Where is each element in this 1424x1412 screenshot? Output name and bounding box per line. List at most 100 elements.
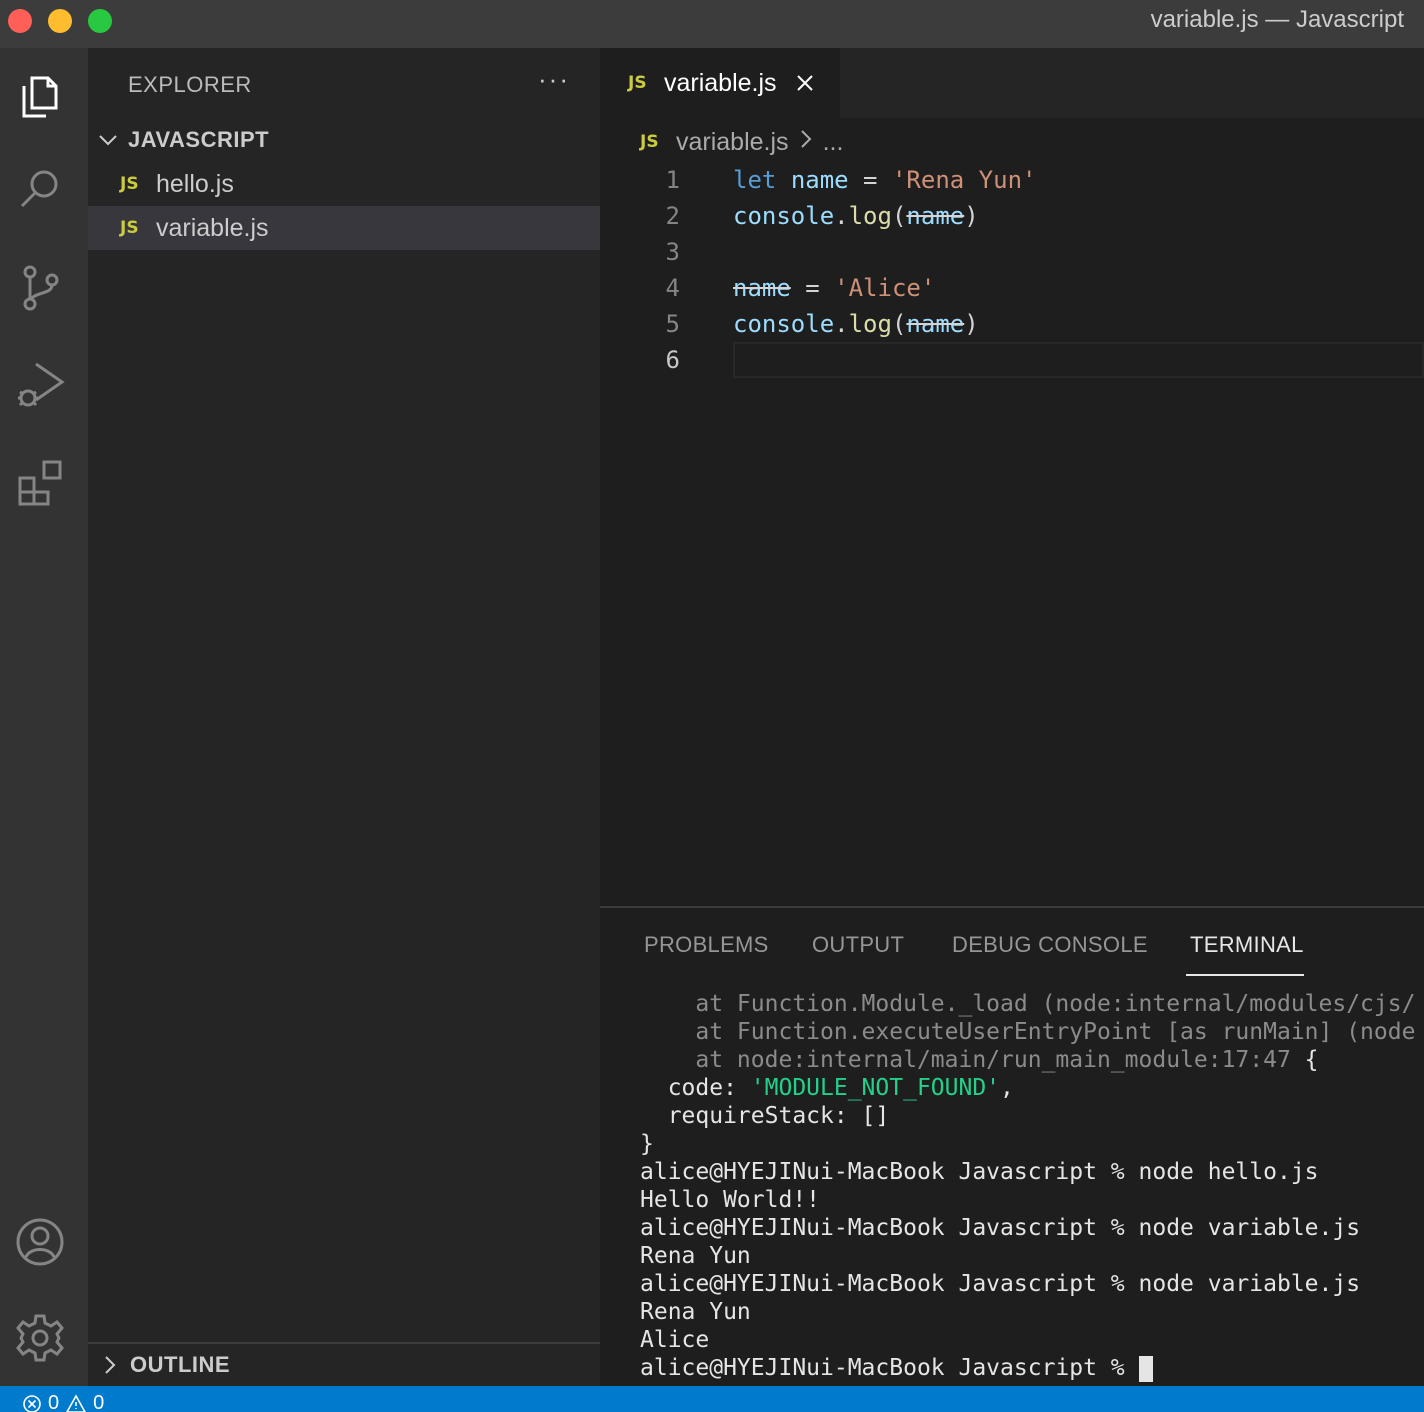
- terminal-line: Alice: [640, 1327, 710, 1353]
- code-line: 4 name = 'Alice': [600, 270, 1424, 306]
- terminal-text: at node:internal/main/run_main_module:17…: [640, 1047, 1291, 1073]
- terminal-prompt-line: alice@HYEJINui-MacBook Javascript %: [640, 1354, 1424, 1382]
- terminal-prompt: alice@HYEJINui-MacBook Javascript %: [640, 1355, 1139, 1381]
- function-token: log: [848, 310, 892, 338]
- tab-output[interactable]: OUTPUT: [812, 932, 904, 958]
- terminal-line: }: [640, 1131, 654, 1157]
- terminal-cursor: [1138, 1355, 1153, 1382]
- js-file-icon: JS: [120, 174, 139, 194]
- string-token: 'Rena Yun': [891, 166, 1037, 194]
- terminal-line: requireStack: []: [640, 1103, 890, 1129]
- file-item-variable-js[interactable]: JS variable.js: [88, 206, 600, 250]
- error-icon: [23, 1394, 41, 1412]
- tab-terminal[interactable]: TERMINAL: [1190, 932, 1304, 958]
- window-title: variable.js — Javascript: [1150, 6, 1404, 33]
- editor-tab-bar: JS variable.js: [600, 48, 1424, 118]
- terminal-line: Hello World!!: [640, 1187, 821, 1213]
- keyword-token: let: [733, 166, 777, 194]
- bottom-panel: PROBLEMS OUTPUT DEBUG CONSOLE TERMINAL a…: [600, 906, 1424, 1386]
- search-icon[interactable]: [12, 162, 68, 218]
- terminal-line: at Function.executeUserEntryPoint [as ru…: [640, 1019, 1416, 1045]
- chevron-right-icon: [799, 129, 813, 155]
- tab-label: variable.js: [664, 68, 777, 97]
- terminal-line: code: 'MODULE_NOT_FOUND',: [640, 1074, 1424, 1102]
- tab-debug-console[interactable]: DEBUG CONSOLE: [952, 932, 1148, 958]
- folder-name: JAVASCRIPT: [128, 127, 270, 152]
- terminal-text: {: [1290, 1047, 1319, 1073]
- js-file-icon: JS: [640, 132, 659, 152]
- paren-token: (: [891, 310, 907, 338]
- terminal-line: at Function.Module._load (node:internal/…: [640, 991, 1416, 1017]
- explorer-title: EXPLORER: [128, 72, 252, 97]
- terminal-line: alice@HYEJINui-MacBook Javascript % node…: [640, 1215, 1361, 1241]
- folder-javascript[interactable]: JAVASCRIPT: [88, 120, 600, 160]
- terminal-text: ,: [1000, 1075, 1014, 1101]
- accounts-icon[interactable]: [12, 1214, 68, 1270]
- error-count: 0: [48, 1392, 60, 1412]
- close-window-button[interactable]: [8, 9, 32, 33]
- terminal-line: at node:internal/main/run_main_module:17…: [640, 1046, 1424, 1074]
- source-control-icon[interactable]: [12, 260, 68, 316]
- problems-status[interactable]: 0 0: [22, 1392, 104, 1412]
- terminal-line: Rena Yun: [640, 1243, 751, 1269]
- deprecated-variable-token: name: [906, 202, 965, 230]
- terminal-output[interactable]: at Function.Module._load (node:internal/…: [640, 990, 1424, 1382]
- status-bar: 0 0: [0, 1386, 1424, 1412]
- dot-token: .: [834, 310, 849, 338]
- file-item-hello-js[interactable]: JS hello.js: [88, 162, 600, 206]
- code-line: 6: [600, 342, 1424, 378]
- object-token: console: [733, 310, 835, 338]
- explorer-sidebar: EXPLORER ··· JAVASCRIPT JS hello.js JS v…: [88, 48, 600, 1386]
- activity-bar: [0, 48, 88, 1386]
- js-file-icon: JS: [628, 73, 647, 93]
- breadcrumb-file[interactable]: variable.js: [676, 128, 789, 157]
- chevron-down-icon: [88, 120, 128, 160]
- terminal-string: 'MODULE_NOT_FOUND': [750, 1075, 1001, 1101]
- tab-problems[interactable]: PROBLEMS: [644, 932, 769, 958]
- terminal-line: alice@HYEJINui-MacBook Javascript % node…: [640, 1159, 1319, 1185]
- js-file-icon: JS: [120, 218, 139, 238]
- paren-token: (: [891, 202, 907, 230]
- deprecated-variable-token: name: [906, 310, 965, 338]
- outline-title: OUTLINE: [130, 1352, 231, 1377]
- settings-gear-icon[interactable]: [12, 1310, 68, 1366]
- deprecated-variable-token: name: [733, 274, 791, 302]
- breadcrumb: JS variable.js ...: [640, 124, 843, 160]
- chevron-right-icon: [90, 1345, 130, 1385]
- terminal-line: alice@HYEJINui-MacBook Javascript % node…: [640, 1271, 1361, 1297]
- extensions-icon[interactable]: [12, 454, 68, 510]
- line-number: 1: [665, 166, 680, 194]
- paren-token: ): [964, 202, 979, 230]
- line-number: 4: [665, 274, 680, 302]
- maximize-window-button[interactable]: [88, 9, 112, 33]
- more-actions-icon[interactable]: ···: [538, 64, 570, 95]
- string-token: 'Alice': [834, 274, 936, 302]
- code-line: 5 console.log(name): [600, 306, 1424, 342]
- paren-token: ): [964, 310, 979, 338]
- breadcrumb-symbols[interactable]: ...: [823, 128, 844, 157]
- close-icon[interactable]: [793, 71, 817, 95]
- operator-token: =: [790, 274, 835, 302]
- operator-token: =: [848, 166, 892, 194]
- code-line: 2 console.log(name): [600, 198, 1424, 234]
- minimize-window-button[interactable]: [48, 9, 72, 33]
- run-debug-icon[interactable]: [12, 356, 68, 412]
- terminal-line: Rena Yun: [640, 1299, 751, 1325]
- explorer-icon[interactable]: [12, 68, 68, 124]
- line-number: 5: [665, 310, 680, 338]
- line-number: 2: [665, 202, 680, 230]
- code-line: 3: [600, 234, 1424, 270]
- warning-icon: [65, 1393, 87, 1412]
- active-tab-indicator: [1186, 974, 1304, 976]
- warning-count: 0: [93, 1392, 105, 1412]
- code-editor[interactable]: 1 let name = 'Rena Yun' 2 console.log(na…: [600, 162, 1424, 378]
- code-line: 1 let name = 'Rena Yun': [600, 162, 1424, 198]
- function-token: log: [848, 202, 892, 230]
- line-number: 3: [665, 238, 680, 266]
- tab-variable-js[interactable]: JS variable.js: [600, 48, 840, 118]
- outline-section[interactable]: OUTLINE: [88, 1342, 600, 1386]
- terminal-text: code:: [640, 1075, 751, 1101]
- line-number: 6: [665, 346, 680, 374]
- dot-token: .: [834, 202, 849, 230]
- file-name: variable.js: [156, 213, 269, 242]
